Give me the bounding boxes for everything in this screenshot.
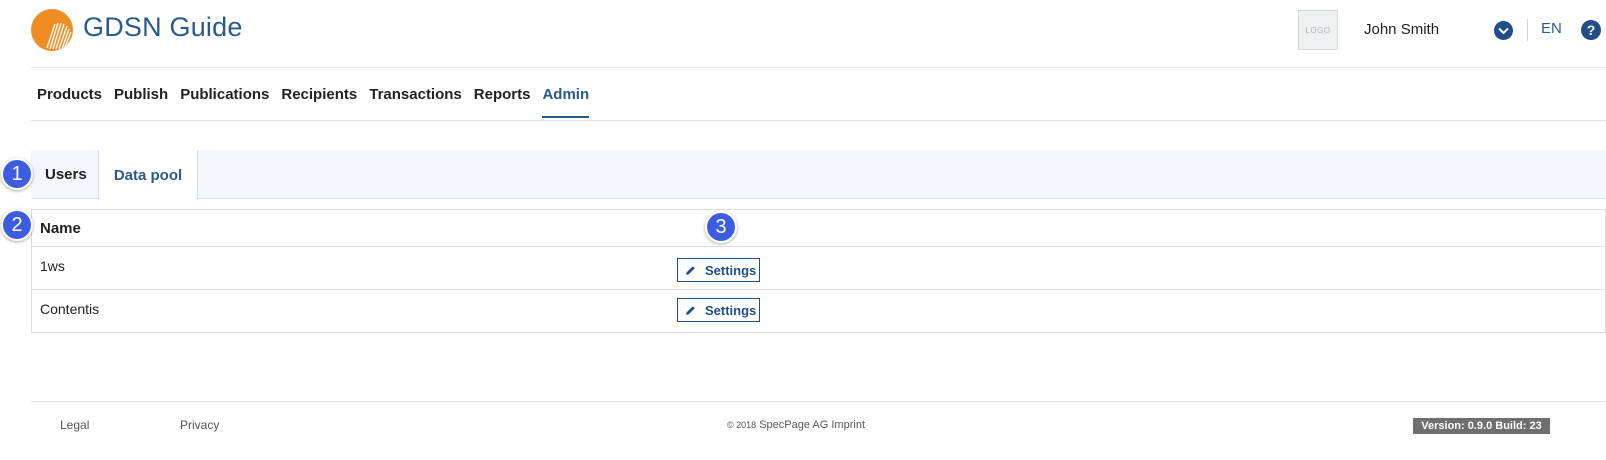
privacy-link[interactable]: Privacy <box>180 418 219 432</box>
nav-item-recipients[interactable]: Recipients <box>281 86 357 118</box>
nav-item-reports[interactable]: Reports <box>474 86 531 118</box>
nav-separator <box>31 120 1606 121</box>
tab-bar: Users Data pool <box>31 150 1606 200</box>
help-icon[interactable]: ? <box>1581 20 1601 40</box>
nav-item-publications[interactable]: Publications <box>180 86 269 118</box>
annotation-badge-3: 3 <box>705 211 737 243</box>
user-menu-chevron-down-icon[interactable] <box>1494 21 1513 40</box>
column-header-name[interactable]: Name <box>40 220 81 237</box>
pencil-icon <box>686 265 695 275</box>
tab-users[interactable]: Users <box>45 150 87 199</box>
language-selector[interactable]: EN <box>1541 20 1562 37</box>
company-logo: LOGO <box>1298 10 1338 50</box>
legal-link[interactable]: Legal <box>60 418 89 432</box>
copyright: © 2018 SpecPage AG Imprint <box>727 419 865 431</box>
footer-separator <box>31 401 1606 402</box>
brand-logo-icon[interactable] <box>31 9 73 51</box>
nav-item-transactions[interactable]: Transactions <box>369 86 462 118</box>
version-badge: Version: 0.9.0 Build: 23 <box>1413 418 1550 434</box>
app-title[interactable]: GDSN Guide <box>83 12 243 43</box>
nav-item-products[interactable]: Products <box>37 86 102 118</box>
table-row: Contentis Settings <box>32 290 1605 333</box>
app-header: GDSN Guide LOGO John Smith EN ? <box>0 0 1606 68</box>
settings-button-label: Settings <box>705 262 757 278</box>
user-name[interactable]: John Smith <box>1364 21 1439 38</box>
data-pool-table: Name 1ws Settings Contentis Settings <box>31 209 1606 333</box>
table-header: Name <box>32 210 1605 247</box>
header-separator <box>31 67 1606 68</box>
settings-button[interactable]: Settings <box>677 258 760 282</box>
header-divider <box>1527 19 1528 41</box>
main-nav: Products Publish Publications Recipients… <box>37 86 601 118</box>
copyright-year: © 2018 <box>727 420 757 430</box>
nav-item-publish[interactable]: Publish <box>114 86 168 118</box>
annotation-badge-2: 2 <box>1 209 33 241</box>
settings-button[interactable]: Settings <box>677 298 760 322</box>
tab-data-pool[interactable]: Data pool <box>98 150 198 200</box>
cell-name: 1ws <box>40 258 65 274</box>
imprint-link[interactable]: SpecPage AG Imprint <box>759 419 865 431</box>
nav-item-admin[interactable]: Admin <box>542 86 590 118</box>
cell-name: Contentis <box>40 301 100 317</box>
annotation-badge-1: 1 <box>1 158 33 190</box>
settings-button-label: Settings <box>705 302 757 318</box>
table-row: 1ws Settings <box>32 247 1605 290</box>
pencil-icon <box>686 305 695 315</box>
